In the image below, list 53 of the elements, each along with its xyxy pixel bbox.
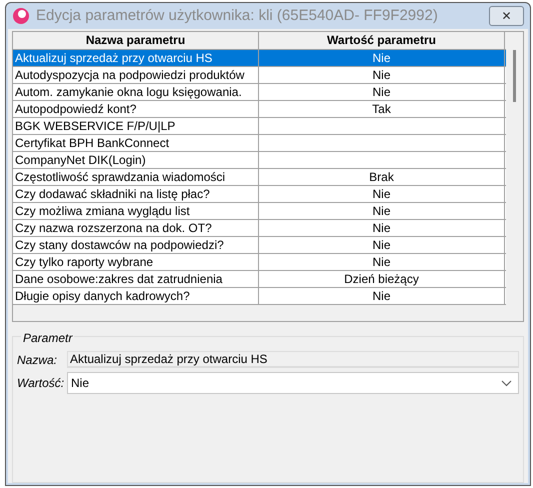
table-cell: Nie <box>259 254 505 270</box>
close-button[interactable]: ✕ <box>489 6 524 26</box>
table-cell: Czy możliwa zmiana wyglądu list <box>13 203 259 219</box>
table-cell: Czy dodawać składniki na listę płac? <box>13 186 259 202</box>
table-cell: Nie <box>259 50 505 66</box>
table-row[interactable]: BGK WEBSERVICE F/P/U|LP <box>13 118 506 135</box>
window-title: Edycja parametrów użytkownika: kli (65E540AD- FF9F2992) <box>36 6 438 26</box>
table-row[interactable]: Czy dodawać składniki na listę płac? Nie <box>13 186 506 203</box>
table-row[interactable]: Długie opisy danych kadrowych? Nie <box>13 288 506 305</box>
table-row[interactable]: Częstotliwość sprawdzania wiadomości Brak <box>13 169 506 186</box>
table-cell: Autodyspozycja na podpowiedzi produktów <box>13 67 259 83</box>
table-cell: Certyfikat BPH BankConnect <box>13 135 259 151</box>
table-cell: Długie opisy danych kadrowych? <box>13 288 259 304</box>
table-cell: Nie <box>259 203 505 219</box>
table-row[interactable]: Autodyspozycja na podpowiedzi produktów Nie <box>13 67 506 84</box>
table-row[interactable]: Czy nazwa rozszerzona na dok. OT? Nie <box>13 220 506 237</box>
table-cell: Autopodpowiedź kont? <box>13 101 259 117</box>
table-cell: Dane osobowe:zakres dat zatrudnienia <box>13 271 259 287</box>
table-cell: Autom. zamykanie okna logu księgowania. <box>13 84 259 100</box>
table-row[interactable]: Certyfikat BPH BankConnect <box>13 135 506 152</box>
value-dropdown[interactable]: Nie <box>67 372 519 394</box>
table-row[interactable]: Czy stany dostawców na podpowiedzi? Nie <box>13 237 506 254</box>
table-cell: Nie <box>259 67 505 83</box>
app-logo-icon <box>12 7 30 25</box>
name-field: Aktualizuj sprzedaż przy otwarciu HS <box>67 351 519 368</box>
table-cell: Częstotliwość sprawdzania wiadomości <box>13 169 259 185</box>
table-cell: Aktualizuj sprzedaż przy otwarciu HS <box>13 50 259 66</box>
table-cell: Tak <box>259 101 505 117</box>
table-cell: Dzień bieżący <box>259 271 505 287</box>
table-cell: Nie <box>259 288 505 304</box>
table-cell: Brak <box>259 169 505 185</box>
table-cell: Nie <box>259 186 505 202</box>
table-row[interactable]: CompanyNet DIK(Login) <box>13 152 506 169</box>
table-row[interactable]: Autopodpowiedź kont? Tak <box>13 101 506 118</box>
table-row[interactable]: Dane osobowe:zakres dat zatrudnienia Dzień bieżący <box>13 271 506 288</box>
table-row[interactable]: Czy możliwa zmiana wyglądu list Nie <box>13 203 506 220</box>
table-row[interactable]: Aktualizuj sprzedaż przy otwarciu HS Nie <box>13 50 506 67</box>
table-cell: Nie <box>259 84 505 100</box>
table-cell: BGK WEBSERVICE F/P/U|LP <box>13 118 259 134</box>
value-label: Wartość: <box>17 375 63 392</box>
table-cell: Nie <box>259 237 505 253</box>
table-row[interactable]: Autom. zamykanie okna logu księgowania. Nie <box>13 84 506 101</box>
table-cell: CompanyNet DIK(Login) <box>13 152 259 168</box>
column-header[interactable]: Nazwa parametru <box>13 32 259 49</box>
name-label: Nazwa: <box>17 352 58 368</box>
table-cell: Nie <box>259 220 505 236</box>
column-header[interactable]: Wartość parametru <box>259 32 505 49</box>
scrollbar-thumb[interactable] <box>513 50 516 102</box>
table-cell: Czy stany dostawców na podpowiedzi? <box>13 237 259 253</box>
table-cell: Czy tylko raporty wybrane <box>13 254 259 270</box>
chevron-down-icon <box>501 380 512 386</box>
table-row[interactable]: Czy tylko raporty wybrane Nie <box>13 254 506 271</box>
table-cell: Czy nazwa rozszerzona na dok. OT? <box>13 220 259 236</box>
